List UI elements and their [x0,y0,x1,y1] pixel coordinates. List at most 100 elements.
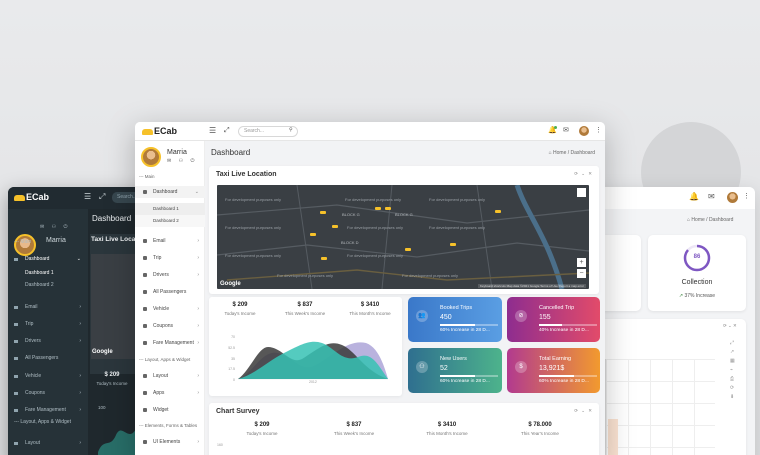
map-dev-text: For development purposes only [347,253,404,258]
stat-card-value: 155 [539,314,551,321]
dark-sidebar-label: Dashboard [25,256,50,262]
fare-icon [14,409,18,412]
dark-sidebar-item-fare[interactable]: Fare Management › [8,404,88,417]
survey-month-label: This Month's Income [426,431,468,436]
taxi-marker[interactable] [405,248,411,251]
chevron-right-icon: › [79,407,81,413]
card-tools[interactable]: ⟳ ⌄ ✕ [574,171,593,177]
y-tick: 17.5 [228,367,235,372]
dark-sidebar-item-vehicle[interactable]: Vehicle › [8,370,88,383]
notification-icon[interactable]: 🔔 [689,192,699,201]
stat-card-progress-fill [440,324,475,326]
sidebar-item-passengers[interactable]: All Passengers [135,286,205,298]
sidebar-item-label: Layout [153,373,169,379]
chevron-right-icon: › [197,340,199,346]
dark-sidebar-item-coupons[interactable]: Coupons › [8,387,88,400]
sidebar-item-trip[interactable]: Trip › [135,252,205,264]
taxi-marker[interactable] [321,257,327,260]
dark-sidebar-sub-dashboard-2[interactable]: Dashboard 2 [25,282,54,288]
sidebar-item-widget[interactable]: Widget [135,404,205,416]
stat-card-cancelled-trip[interactable]: ⊘ Cancelled Trip 155 40% Increase in 28 … [507,297,600,342]
sidebar-item-fare[interactable]: Fare Management › [135,337,205,349]
sidebar-item-coupons[interactable]: Coupons › [135,320,205,332]
avatar[interactable] [727,192,738,203]
stat-card-total-earning[interactable]: $ Total Earning 13,921$ 60% Increase in … [507,348,600,393]
dark-sidebar-item-drivers[interactable]: Drivers › [8,335,88,348]
sidebar-item-apps[interactable]: Apps › [135,387,205,399]
map-zoom-out-button[interactable]: − [577,269,586,278]
survey-week-label: This Week's Income [333,431,375,436]
taxi-marker[interactable] [320,211,326,214]
fullscreen-icon[interactable]: ⤢ [99,192,105,202]
taxi-marker[interactable] [385,207,391,210]
user-add-icon: ⚇ [416,361,428,373]
breadcrumb-current: Dashboard [570,150,595,156]
email-icon [143,239,147,243]
breadcrumb-home[interactable]: Home [691,217,704,223]
card-tools[interactable]: ⟳ ⌄ ✕ [723,323,737,329]
taxi-marker[interactable] [332,225,338,228]
dark-sidebar-item-passengers[interactable]: All Passengers [8,352,88,365]
map-place-label: BLOCK G [395,212,413,217]
stat-card-new-users[interactable]: ⚇ New Users 52 60% Increase in 28 D... [408,348,502,393]
menu-icon[interactable]: ☰ [209,127,216,135]
avatar[interactable] [141,147,161,167]
y-tick: 70 [231,335,235,339]
map-fullscreen-button[interactable] [577,188,586,197]
sidebar-item-vehicle[interactable]: Vehicle › [135,303,205,315]
sidebar-item-label: Coupons [153,323,174,329]
menu-icon[interactable]: ☰ [84,192,91,201]
income-month-label: This Month's Income [349,311,391,316]
sidebar-item-drivers[interactable]: Drivers › [135,269,205,281]
map-dev-text: For development purposes only [429,225,486,230]
sidebar-item-email[interactable]: Email › [135,235,205,247]
taxi-map[interactable]: For development purposes only For develo… [217,185,589,289]
stat-card-foot: 60% Increase in 28 D... [440,328,490,333]
sidebar-item-dashboard[interactable]: Dashboard ⌄ [135,186,205,198]
dark-user-icons[interactable]: ✉ ⚇ ⏻ [40,224,70,230]
taxi-marker[interactable] [450,243,456,246]
dark-sidebar-item-trip[interactable]: Trip › [8,318,88,331]
user-icons[interactable]: ✉ ⚇ ⏻ [167,158,197,164]
dark-sidebar-item-dashboard[interactable]: Dashboard ⌄ [8,253,88,266]
dark-sidebar-label: Fare Management [25,407,66,413]
stat-card-booked-trips[interactable]: 👥 Booked Trips 450 60% Increase in 28 D.… [408,297,502,342]
email-icon [14,306,18,309]
more-icon[interactable]: ⋮ [743,192,750,200]
widget-icon [143,408,147,412]
dark-sidebar-sub-dashboard-1[interactable]: Dashboard 1 [25,270,54,276]
search-icon[interactable]: ⚲ [289,128,293,133]
card-title: Taxi Live Location [216,171,277,178]
mail-icon[interactable]: ✉ [563,127,569,134]
collection-foot: ↗ 37% Increase [648,293,746,299]
fullscreen-icon[interactable]: ⤢ [224,127,230,134]
breadcrumb-home[interactable]: Home [553,150,566,156]
taxi-marker[interactable] [375,207,381,210]
right-breadcrumb: ⌂ Home / Dashboard [687,217,734,223]
taxi-marker[interactable] [310,233,316,236]
chevron-right-icon: › [79,373,81,379]
sidebar-sub-dashboard-2[interactable]: Dashboard 2 [135,215,205,227]
avatar[interactable] [579,126,589,136]
chart-side-icons[interactable]: ⤢ ↗ ▦ ⌁ ⎙ ⟳ ⬇ [730,339,735,402]
sidebar-sub-dashboard-1[interactable]: Dashboard 1 [135,203,205,215]
chevron-right-icon: › [79,338,81,344]
dark-sidebar-item-layout[interactable]: Layout › [8,437,88,450]
card-tools[interactable]: ⟳ ⌄ ✕ [574,408,593,414]
dark-map[interactable]: Google [91,254,135,359]
dark-sidebar-item-email[interactable]: Email › [8,301,88,314]
stat-card-progress-fill [539,324,563,326]
sidebar-item-layout[interactable]: Layout › [135,370,205,382]
mail-icon[interactable]: ✉ [708,192,715,201]
coupon-icon [14,392,18,395]
sidebar-item-ui-elements[interactable]: UI Elements › [135,436,205,448]
map-zoom-in-button[interactable]: + [577,258,586,267]
dashboard-icon [143,190,147,194]
card-title: Chart Survey [216,408,260,415]
income-card: $ 209 Today's Income $ 837 This Week's I… [209,297,402,396]
more-icon[interactable]: ⋮ [595,127,602,134]
brand-name: ECab [154,126,178,136]
dark-section-main: --- Main [14,239,32,245]
map-attribution[interactable]: Keyboard shortcuts Map data ©2021 Google… [477,284,586,288]
taxi-marker[interactable] [495,210,501,213]
